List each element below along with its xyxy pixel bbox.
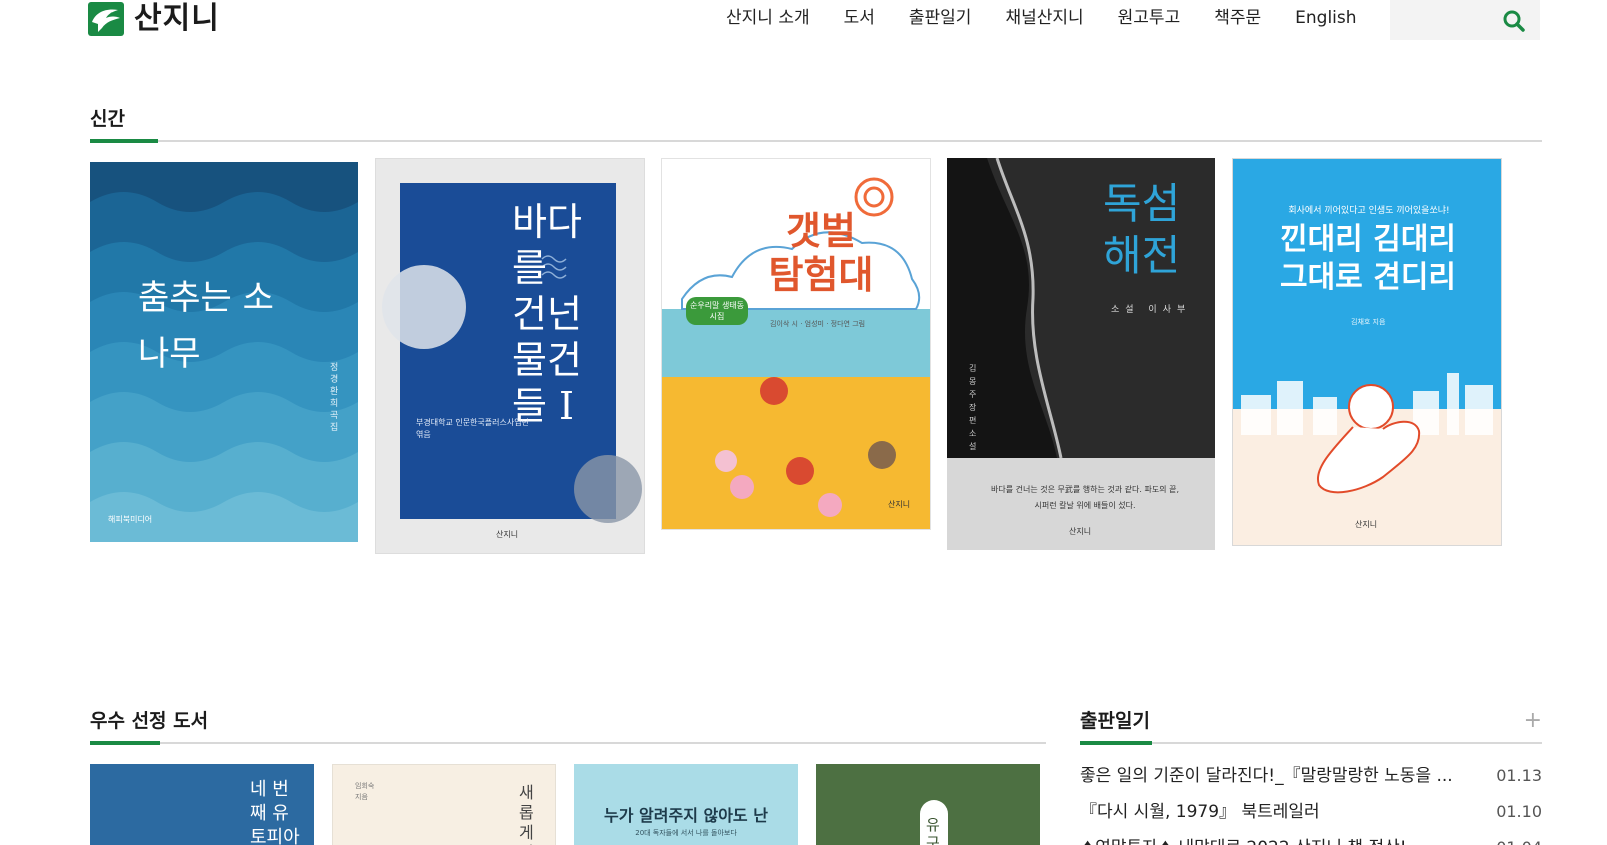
diary-item-date: 01.13 [1496,766,1542,785]
book-title: 낀대리 김대리 그대로 견디리 [1279,222,1457,295]
section-accent-bar [90,139,158,143]
book-cover[interactable]: 독섬 해전 소설 이사부 김몽주 장편소설 바다를 건너는 것은 무武를 행하는… [947,158,1215,550]
diary-item-title[interactable]: 『다시 시월, 1979』 북트레일러 [1080,799,1490,825]
book-cover[interactable]: 바다를 건넌 물건들 I 부경대학교 인문한국플러스사업단 엮음 산지니 [375,158,645,554]
section-title-diary: 출판일기 [1080,710,1150,732]
book-publisher: 산지니 [496,530,519,539]
book-cover[interactable]: 임회숙 지음 새롭게 읽 [332,764,556,845]
list-item[interactable]: 『다시 시월, 1979』 북트레일러 01.10 [1080,799,1542,835]
nav-item-submission[interactable]: 원고투고 [1118,6,1181,30]
book-cover[interactable]: 춤추는 소나무 정경환 희곡집 해피북미디어 [90,162,358,542]
diary-item-title[interactable]: 좋은 일의 기준이 달라진다!_『말랑말랑한 노동을 ... [1080,763,1490,789]
book-author: 김몽주 장편소설 [969,364,977,451]
diary-item-date: 01.04 [1496,835,1542,845]
site-logo[interactable]: 산지니 [88,2,220,36]
site-header: 산지니 산지니 소개 도서 출판일기 채널산지니 원고투고 책주문 Englis… [0,0,1607,40]
book-title: 바다를 건넌 물건들 I [512,200,582,428]
book-cover[interactable]: 갯벌 탐험대 순우리말 생태동시집 김이삭 시 · 엄성미 · 정다연 그림 산… [661,158,931,530]
diary-list: 좋은 일의 기준이 달라진다!_『말랑말랑한 노동을 ... 01.13 『다시… [1080,763,1542,845]
book-publisher: 산지니 [1069,527,1092,536]
book-title: 새롭게 읽 [519,783,534,845]
section-title-new-books: 신간 [90,108,125,130]
book-authors: 김이삭 시 · 엄성미 · 정다연 그림 [770,320,866,328]
more-plus-icon[interactable]: + [1524,710,1542,732]
new-books-header: 신간 [90,106,1542,146]
nav-item-books[interactable]: 도서 [844,6,875,30]
list-item[interactable]: ♠연말투자♠ 내맘대로 2022 산지니 책 정산! 01.04 [1080,835,1542,845]
diary-header: 출판일기 + [1080,708,1542,748]
book-subtitle: 정경환 희곡집 [330,363,339,433]
book-cover[interactable]: 누가 알려주지 않아도 난 20대 독자들에 서서 나를 돌아보다 [574,764,798,845]
book-cover[interactable]: 유구 [816,764,1040,845]
nav-item-diary[interactable]: 출판일기 [909,6,972,30]
book-title: 춤추는 소나무 [138,278,274,374]
book-publisher: 해피북미디어 [108,515,153,524]
diary-item-date: 01.10 [1496,802,1542,821]
book-subtitle: 순우리말 생태동시집 [686,297,748,325]
logo-text: 산지니 [134,1,220,36]
logo-bird-icon [88,2,124,36]
book-title: 갯벌 탐험대 [768,209,874,297]
nav-item-english[interactable]: English [1295,6,1356,30]
list-item[interactable]: 좋은 일의 기준이 달라진다!_『말랑말랑한 노동을 ... 01.13 [1080,763,1542,799]
book-tagline: 회사에서 끼어있다고 인생도 끼어있을쏘냐! [1288,206,1450,216]
best-books-header: 우수 선정 도서 [90,708,1046,748]
book-quote: 바다를 건너는 것은 무武를 행하는 것과 같다. 파도의 끝, 시퍼런 칼날 … [991,485,1179,510]
book-publisher: 산지니 [888,500,911,509]
search-input[interactable] [1390,0,1490,40]
book-author: 김채호 지음 [1351,318,1386,326]
section-accent-bar [1080,741,1152,745]
book-title: 네 번째 유토피아 [250,779,300,845]
book-title: 독섬 해전 [1103,179,1181,280]
nav-item-order[interactable]: 책주문 [1214,6,1261,30]
main-nav: 산지니 소개 도서 출판일기 채널산지니 원고투고 책주문 English [726,6,1391,30]
book-cover[interactable]: 회사에서 끼어있다고 인생도 끼어있을쏘냐! 낀대리 김대리 그대로 견디리 김… [1232,158,1502,546]
section-accent-bar [90,741,160,745]
book-publisher: 산지니 [1355,520,1378,529]
book-subtitle: 소설 이사부 [1111,305,1192,315]
search-icon[interactable] [1502,9,1526,37]
section-divider [90,140,1542,142]
book-cover[interactable]: 네 번째 유토피아 [90,764,314,845]
section-divider [90,742,1046,744]
section-title-best-books: 우수 선정 도서 [90,710,209,732]
nav-item-about[interactable]: 산지니 소개 [726,6,810,30]
book-title: 유구 [926,816,940,845]
nav-item-channel[interactable]: 채널산지니 [1005,6,1083,30]
best-books-row: 네 번째 유토피아 임회숙 지음 새롭게 읽 누가 알려주지 않아도 난 20대… [90,764,1050,845]
book-author: 임회숙 지음 [355,782,375,801]
book-subtitle: 20대 독자들에 서서 나를 돌아보다 [635,829,737,837]
search-box [1390,0,1540,40]
book-title: 누가 알려주지 않아도 난 [604,806,768,825]
book-subtitle: 부경대학교 인문한국플러스사업단 엮음 [416,418,529,439]
diary-item-title[interactable]: ♠연말투자♠ 내맘대로 2022 산지니 책 정산! [1080,835,1490,845]
